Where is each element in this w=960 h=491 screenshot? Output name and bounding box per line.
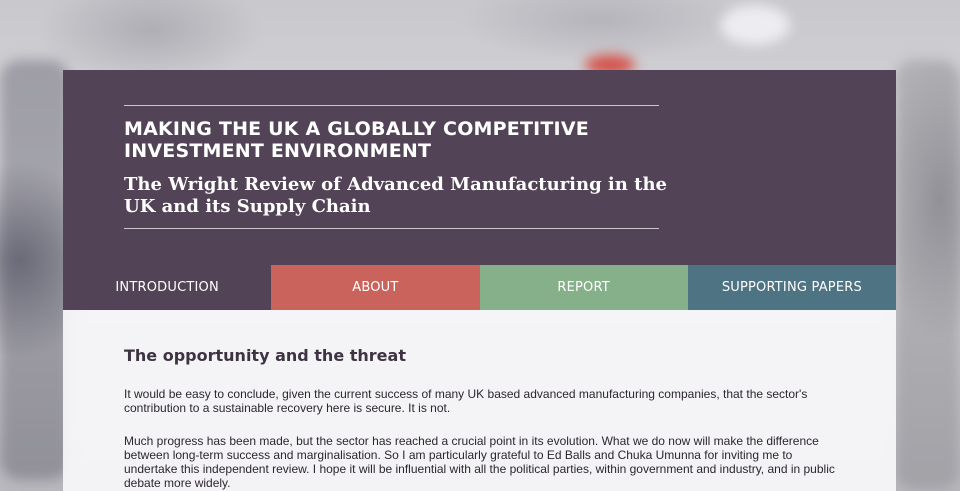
tab-introduction[interactable]: INTRODUCTION (63, 265, 272, 310)
background-image-left (0, 60, 70, 480)
content-section: The opportunity and the threat It would … (63, 310, 896, 491)
page-subtitle: The Wright Review of Advanced Manufactur… (124, 174, 667, 217)
intro-paragraph-2: Much progress has been made, but the sec… (124, 434, 835, 490)
intro-paragraph-1: It would be easy to conclude, given the … (124, 387, 808, 415)
page-title: MAKING THE UK A GLOBALLY COMPETITIVE INV… (124, 118, 589, 162)
main-panel: MAKING THE UK A GLOBALLY COMPETITIVE INV… (63, 70, 896, 491)
header-rule-top (124, 105, 659, 106)
page-header: MAKING THE UK A GLOBALLY COMPETITIVE INV… (63, 70, 896, 265)
tab-about[interactable]: ABOUT (271, 265, 480, 310)
main-nav: INTRODUCTION ABOUT REPORT SUPPORTING PAP… (63, 265, 896, 310)
tab-supporting-papers[interactable]: SUPPORTING PAPERS (687, 265, 896, 310)
header-rule-bottom (124, 228, 659, 229)
section-heading: The opportunity and the threat (124, 346, 406, 365)
background-image-highlight (720, 5, 790, 45)
tab-report[interactable]: REPORT (479, 265, 688, 310)
background-image-right (895, 60, 960, 490)
